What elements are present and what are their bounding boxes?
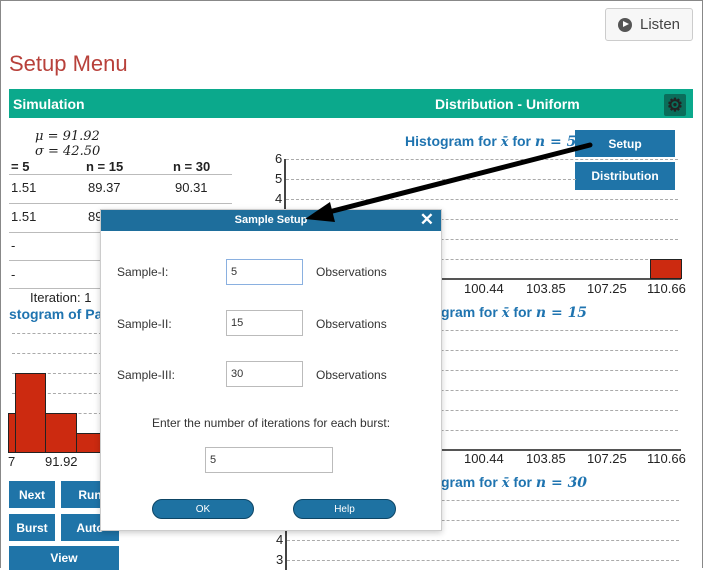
pointer-arrow — [305, 142, 593, 222]
